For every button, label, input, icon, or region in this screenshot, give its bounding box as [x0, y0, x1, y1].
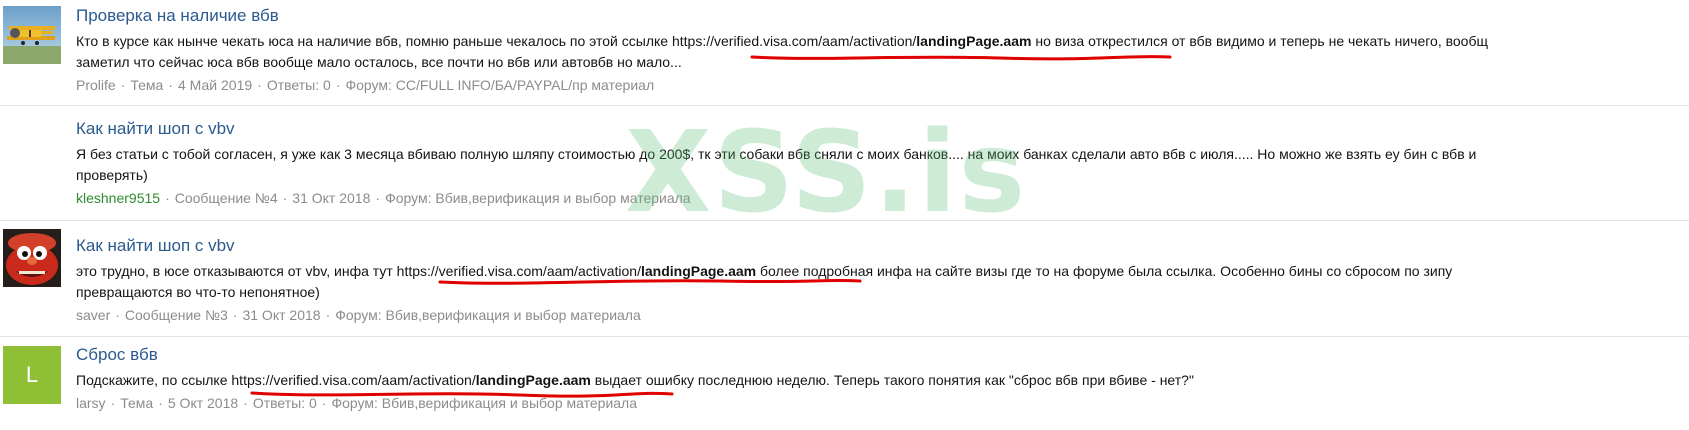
- content-type: Сообщение №4: [174, 190, 278, 206]
- result-meta: Prolife · Тема · 4 Май 2019 · Ответы: 0 · Форум:…: [76, 77, 655, 93]
- reply-count: Ответы: 0: [252, 395, 317, 411]
- forum-link[interactable]: Форум: Вбив,верификация и выбор материал…: [385, 190, 691, 206]
- reply-count: Ответы: 0: [266, 77, 331, 93]
- result-snippet: Подскажите, по ссылке https://verified.v…: [76, 370, 1689, 391]
- result-title-link[interactable]: Проверка на наличие вбв: [76, 5, 1689, 27]
- result-meta: kleshner9515 · Сообщение №4 · 31 Окт 2018 · Фо…: [76, 190, 691, 206]
- visa-activation-link[interactable]: https://verified.visa.com/aam/activation…: [231, 372, 590, 388]
- link-prefix: https://verified.visa.com/aam/activation…: [671, 33, 917, 49]
- snippet-text: выдает ошибку последнюю неделю. Теперь т…: [590, 372, 1194, 388]
- result-title-link[interactable]: Как найти шоп с vbv: [76, 235, 1689, 257]
- search-results-list: Проверка на наличие вбв Кто в курсе как …: [0, 0, 1689, 430]
- author-link[interactable]: larsy: [76, 395, 106, 411]
- link-prefix: https://verified.visa.com/aam/activation…: [231, 372, 476, 388]
- visa-activation-link[interactable]: https://verified.visa.com/aam/activation…: [672, 33, 1031, 49]
- result-snippet-line2: проверять): [76, 167, 148, 183]
- link-bold: landingPage.aam: [640, 263, 757, 279]
- result-snippet: Я без статьи с тобой согласен, я уже как…: [76, 146, 1477, 162]
- result-snippet-line2: превращаются во что-то непонятное): [76, 284, 320, 300]
- muppet-face-icon: [3, 229, 61, 287]
- avatar-letter[interactable]: L: [3, 346, 61, 404]
- snippet-text: это трудно, в юсе отказываются от vbv, и…: [76, 263, 397, 279]
- post-date: 5 Окт 2018: [167, 395, 239, 411]
- author-link[interactable]: Prolife: [76, 77, 116, 93]
- result-meta: saver · Сообщение №3 · 31 Окт 2018 · Форум: Вб…: [76, 307, 641, 323]
- snippet-text: Подскажите, по ссылке: [76, 372, 232, 388]
- content-type: Сообщение №3: [124, 307, 228, 323]
- forum-link[interactable]: Форум: CC/FULL INFO/БА/PAYPAL/пр материа…: [345, 77, 654, 93]
- link-bold: landingPage.aam: [475, 372, 591, 388]
- link-bold: landingPage.aam: [916, 33, 1032, 49]
- post-date: 4 Май 2019: [178, 77, 253, 93]
- snippet-text: но виза открестился от вбв видимо и тепе…: [1031, 33, 1488, 49]
- link-prefix: https://verified.visa.com/aam/activation…: [396, 263, 641, 279]
- post-date: 31 Окт 2018: [242, 307, 321, 323]
- result-snippet-line2: заметил что сейчас юса вбв вообще мало о…: [76, 54, 682, 70]
- result-item: Как найти шоп с vbv это трудно, в юсе от…: [0, 221, 1689, 337]
- author-link[interactable]: saver: [76, 307, 110, 323]
- result-snippet: это трудно, в юсе отказываются от vbv, и…: [76, 261, 1689, 282]
- post-date: 31 Окт 2018: [292, 190, 371, 206]
- content-type: Тема: [130, 77, 164, 93]
- biplane-icon: [3, 26, 61, 64]
- result-item: Как найти шоп с vbv Я без статьи с тобой…: [0, 106, 1689, 221]
- forum-link[interactable]: Форум: Вбив,верификация и выбор материал…: [331, 395, 637, 411]
- forum-link[interactable]: Форум: Вбив,верификация и выбор материал…: [335, 307, 641, 323]
- snippet-text: Кто в курсе как нынче чекать юса на нали…: [76, 33, 672, 49]
- result-title-link[interactable]: Как найти шоп с vbv: [76, 118, 1689, 140]
- result-item: Проверка на наличие вбв Кто в курсе как …: [0, 0, 1689, 106]
- result-meta: larsy · Тема · 5 Окт 2018 · Ответы: 0 · Форум: В…: [76, 395, 638, 411]
- result-item: L Сброс вбв Подскажите, по ссылке https:…: [0, 337, 1689, 430]
- avatar[interactable]: [3, 229, 61, 287]
- avatar[interactable]: [3, 6, 61, 64]
- visa-activation-link[interactable]: https://verified.visa.com/aam/activation…: [397, 263, 756, 279]
- author-link[interactable]: kleshner9515: [76, 190, 160, 206]
- result-snippet: Кто в курсе как нынче чекать юса на нали…: [76, 31, 1689, 52]
- content-type: Тема: [120, 395, 154, 411]
- result-title-link[interactable]: Сброс вбв: [76, 344, 1689, 366]
- snippet-text: более подробная инфа на сайте визы где т…: [756, 263, 1453, 279]
